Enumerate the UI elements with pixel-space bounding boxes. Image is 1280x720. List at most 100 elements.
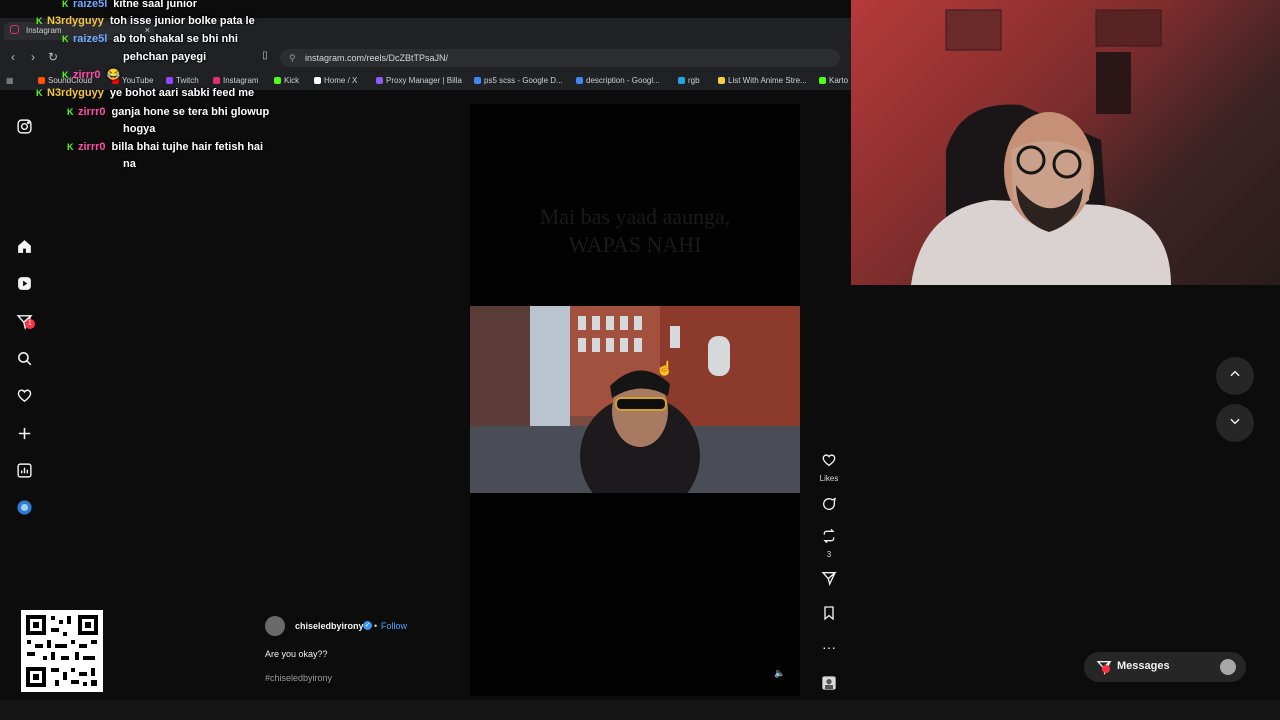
paper-plane-icon [821, 572, 837, 586]
chat-username: zirrr0 [78, 141, 106, 153]
twitch-icon [166, 77, 173, 84]
apps-grid-icon[interactable]: ▦ [6, 76, 14, 85]
kick-icon [274, 77, 281, 84]
reel-caption: Are you okay?? [265, 649, 328, 659]
chat-text: kitne saal junior [113, 0, 197, 10]
save-button[interactable] [818, 605, 840, 626]
street-scene-image [470, 306, 800, 493]
x-icon [314, 77, 321, 84]
forward-arrow-icon[interactable]: › [26, 50, 40, 64]
bookmark-x[interactable]: Home / X [314, 76, 357, 85]
direct-messages-icon[interactable]: 1 [14, 313, 35, 333]
overlay-line-2: WAPAS NAHI [568, 232, 702, 257]
share-button[interactable] [818, 570, 840, 591]
separator-dot: • [374, 621, 378, 631]
chevron-down-icon [1230, 418, 1240, 425]
chat-username: raize5l [73, 0, 108, 10]
chat-username: N3rdyguyy [47, 87, 104, 99]
streamer-webcam-image [911, 9, 1171, 285]
reels-icon[interactable] [14, 275, 34, 295]
audio-thumbnail[interactable] [818, 675, 840, 696]
chat-message: pehchan payegi [123, 48, 206, 66]
bottom-bar [0, 700, 1280, 720]
chat-username: raize5l [73, 33, 108, 45]
mouse-cursor-icon: ☝ [656, 360, 674, 376]
back-arrow-icon[interactable]: ‹ [6, 50, 20, 64]
telegram-icon [678, 77, 685, 84]
chat-message: Kraize5l ab toh shakal se bhi nhi [62, 30, 238, 48]
notification-badge: 1 [25, 319, 35, 329]
chat-message: hogya [123, 120, 155, 138]
qr-code [21, 610, 103, 692]
site-info-icon[interactable]: ⚲ [289, 53, 296, 64]
like-button[interactable]: Likes [818, 452, 840, 483]
instagram-icon [213, 77, 220, 84]
follow-button[interactable]: Follow [381, 621, 407, 631]
create-plus-icon[interactable] [14, 425, 34, 445]
profile-avatar-icon[interactable] [14, 499, 34, 519]
google-docs-icon [474, 77, 481, 84]
chat-text: na [123, 158, 136, 170]
bookmark-icon [824, 606, 834, 621]
google-docs-icon [576, 77, 583, 84]
next-reel-button[interactable] [1216, 404, 1254, 442]
instagram-logo-icon[interactable] [14, 118, 34, 138]
author-avatar[interactable] [265, 616, 285, 636]
chat-username: N3rdyguyy [47, 15, 104, 27]
messages-label: Messages [1117, 660, 1170, 672]
chat-username: zirrr0 [78, 106, 106, 118]
bookmark-karto[interactable]: Karto [819, 76, 848, 85]
repost-icon [823, 528, 835, 544]
home-icon[interactable] [14, 238, 34, 258]
chat-text: pehchan payegi [123, 51, 207, 63]
bookmark-anime-list[interactable]: List With Anime Stre... [718, 76, 807, 85]
repost-count: 3 [826, 550, 832, 559]
chat-text: 😂 [106, 69, 121, 81]
kick-badge-icon: K [62, 70, 69, 80]
messages-badge [1102, 665, 1110, 673]
right-panel [851, 285, 1280, 700]
bookmark-description[interactable]: description - Googl... [576, 76, 660, 85]
reel-hashtag[interactable]: #chiseledbyirony [265, 673, 332, 683]
heart-icon[interactable] [14, 387, 34, 407]
chat-username: zirrr0 [73, 69, 101, 81]
proxy-icon [376, 77, 383, 84]
kick-badge-icon: K [67, 142, 74, 152]
reload-icon[interactable]: ↻ [46, 50, 60, 64]
chat-message: na [123, 155, 136, 173]
bookmark-proxy-manager[interactable]: Proxy Manager | Billa [376, 76, 462, 85]
previous-reel-button[interactable] [1216, 357, 1254, 395]
chat-message: Kzirrr0 😂 [62, 66, 120, 84]
chat-message: Kzirrr0 ganja hone se tera bhi glowup [67, 103, 269, 121]
messages-button[interactable]: Messages [1084, 652, 1246, 682]
heart-outline-icon [822, 454, 836, 467]
more-options-icon[interactable]: ··· [818, 639, 840, 655]
bookmark-kick[interactable]: Kick [274, 76, 299, 85]
webcam-feed [851, 0, 1280, 285]
comment-icon [823, 497, 836, 510]
dashboard-icon[interactable] [14, 462, 34, 482]
bookmark-ps5-scss[interactable]: ps5 scss - Google D... [474, 76, 563, 85]
chevron-up-icon [1230, 370, 1240, 377]
list-icon [718, 77, 725, 84]
kick-badge-icon: K [62, 34, 69, 44]
repost-button[interactable]: 3 [818, 528, 840, 559]
messages-avatar [1220, 659, 1236, 675]
chat-text: ye bohot aari sabki feed me [109, 87, 255, 99]
verified-badge-icon: ✓ [363, 621, 372, 630]
reel-video-frame[interactable] [470, 306, 800, 493]
url-text: instagram.com/reels/DcZBtTPsaJN/ [305, 53, 449, 63]
comment-button[interactable] [818, 496, 840, 517]
bookmark-page-icon[interactable]: ▯ [258, 50, 272, 61]
audio-muted-icon[interactable]: 🔈 [774, 668, 786, 680]
chat-text: hogya [123, 123, 156, 135]
instagram-tab-icon [10, 25, 19, 34]
bookmark-rgb[interactable]: rgb [678, 76, 700, 85]
chat-text: ab toh shakal se bhi nhi [113, 33, 238, 45]
audio-thumbnail-icon [822, 676, 836, 690]
address-bar[interactable]: ⚲ instagram.com/reels/DcZBtTPsaJN/ [280, 49, 840, 67]
author-username[interactable]: chiseledbyirony [295, 621, 364, 631]
chat-text: ganja hone se tera bhi glowup [111, 106, 270, 118]
chat-text: toh isse junior bolke pata le [109, 15, 255, 27]
search-icon[interactable] [14, 350, 34, 370]
